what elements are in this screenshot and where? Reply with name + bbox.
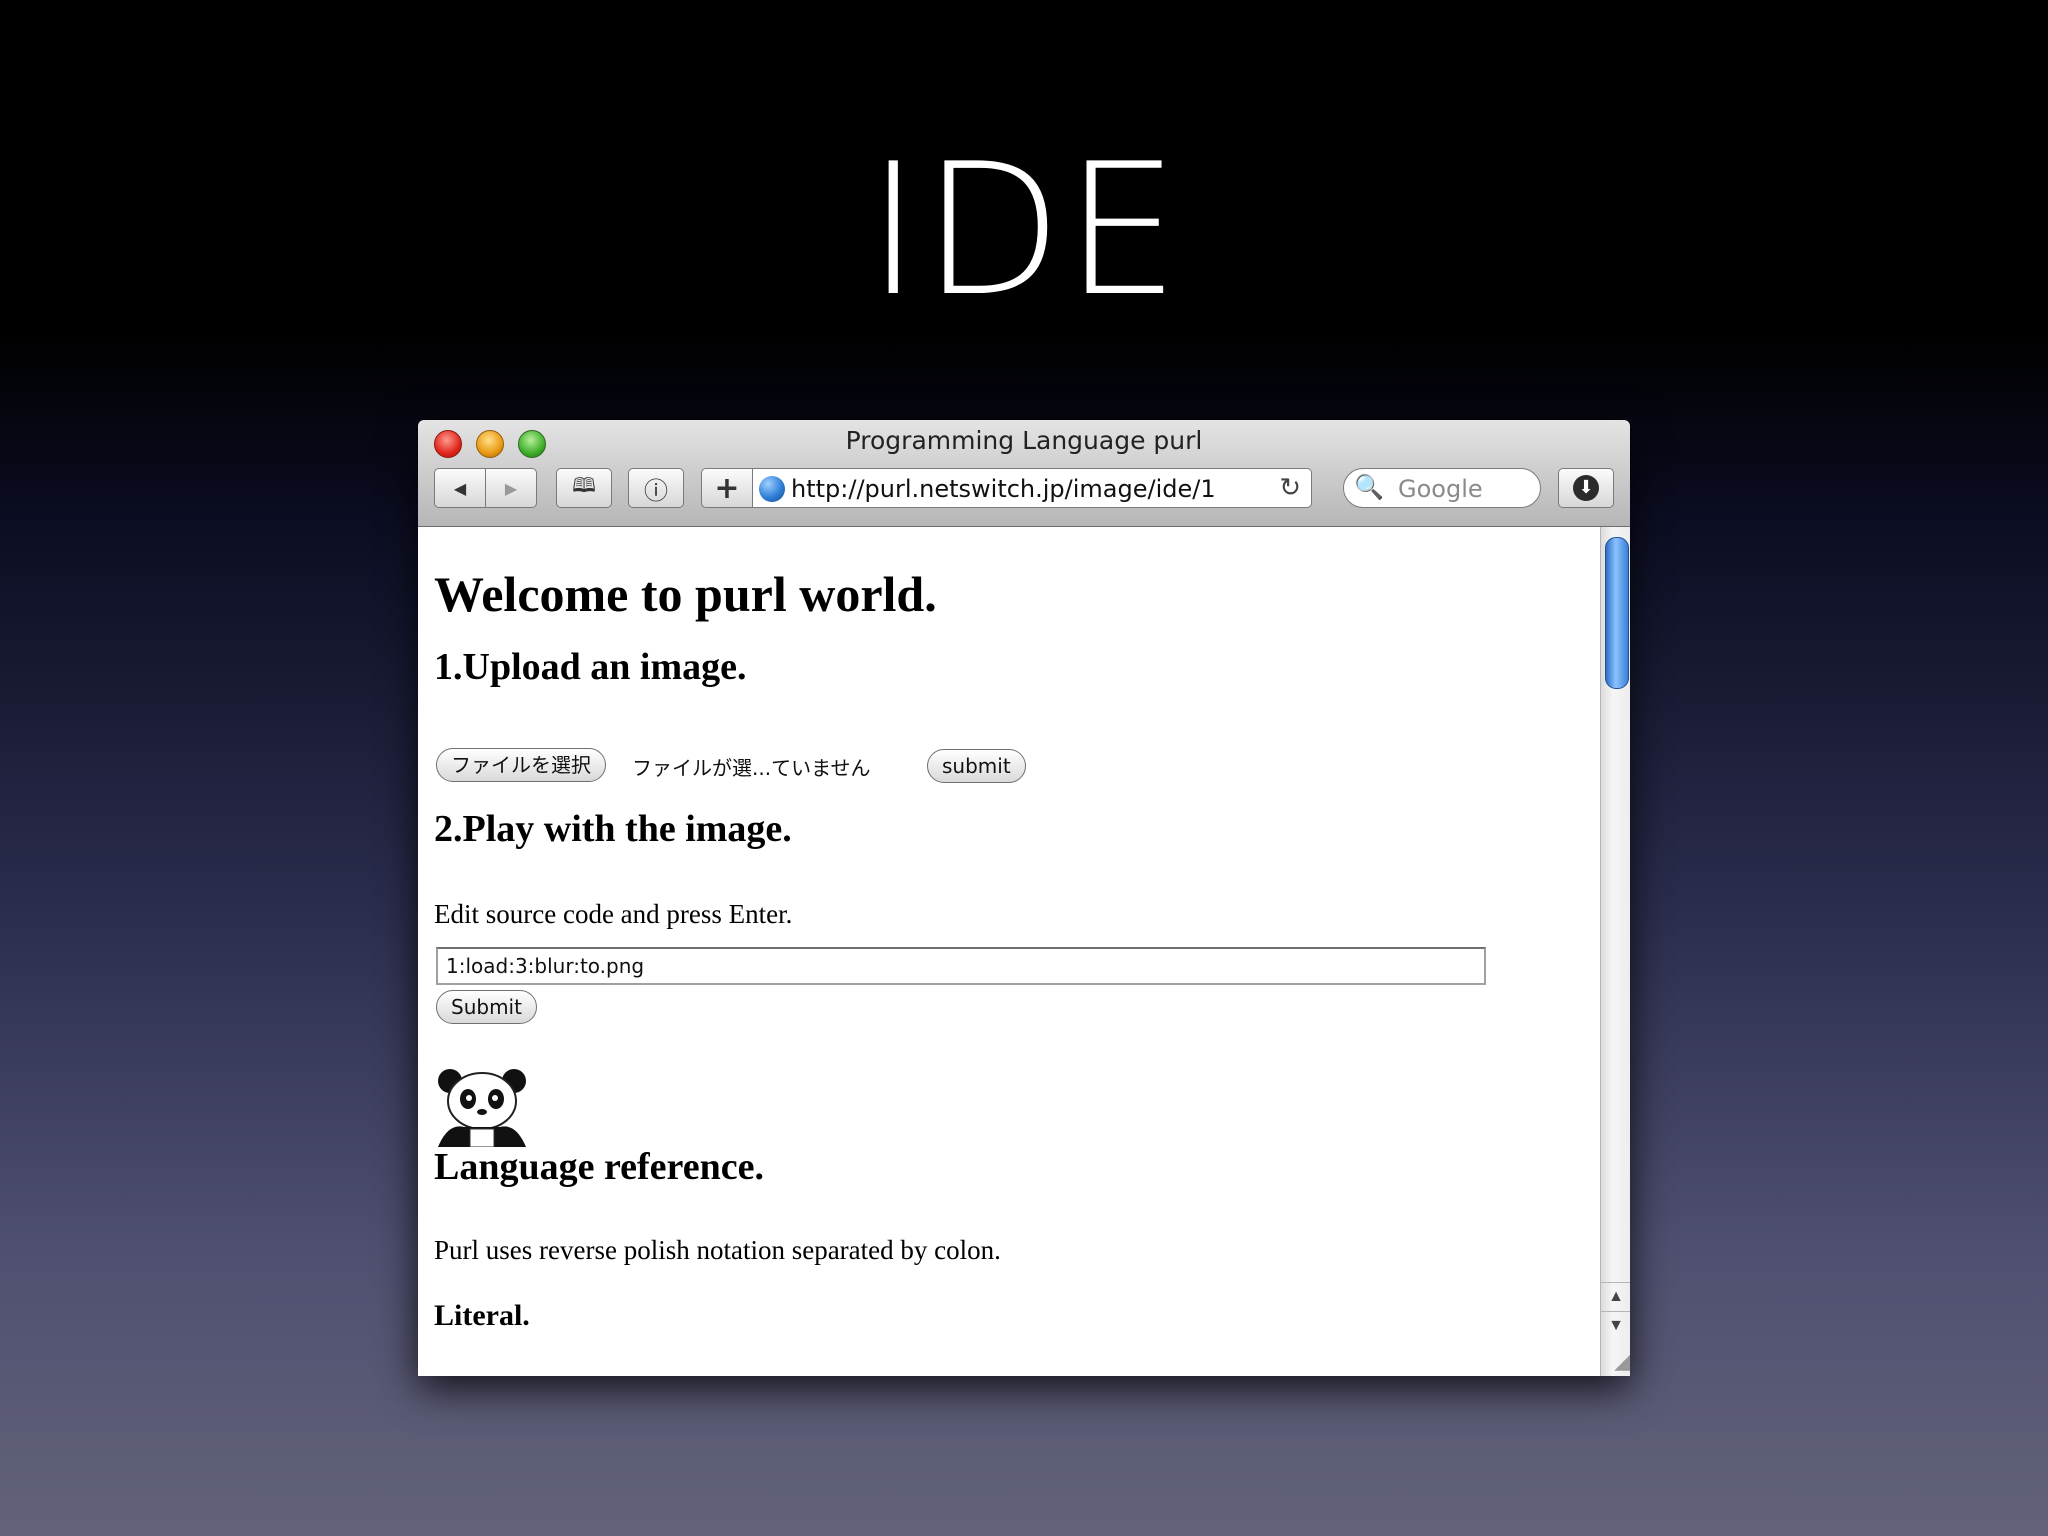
reference-description: Purl uses reverse polish notation separa… [434,1235,1001,1265]
back-button[interactable]: ◀ [434,468,486,508]
panda-image [438,1069,526,1147]
download-icon: ⬇ [1573,475,1599,501]
slide-title: IDE [866,124,1182,336]
url-text[interactable]: http://purl.netswitch.jp/image/ide/1 [791,475,1216,503]
choose-file-button[interactable]: ファイルを選択 [436,748,606,782]
forward-arrow-icon: ▶ [504,478,518,498]
upload-section-title: 1.Upload an image. [434,646,747,688]
globe-icon [759,476,785,502]
scroll-up-arrow-icon[interactable]: ▲ [1601,1282,1630,1311]
forward-button[interactable]: ▶ [485,468,537,508]
info-button[interactable]: ⓘ [628,468,684,508]
search-placeholder: Google [1398,475,1483,503]
search-field[interactable]: 🔍 Google [1343,468,1541,508]
literal-title: Literal. [434,1299,530,1332]
window-title: Programming Language purl [845,426,1203,455]
file-status-text: ファイルが選...ていません [632,756,871,780]
plus-icon: + [714,470,740,506]
vertical-scrollbar[interactable]: ▲ ▼ ◢ [1600,527,1630,1376]
reference-title: Language reference. [434,1146,764,1188]
browser-toolbar: Programming Language purl ◀ ▶ 🕮 ⓘ + http… [418,420,1630,527]
downloads-button[interactable]: ⬇ [1558,468,1614,508]
info-icon: ⓘ [644,476,668,505]
page-heading: Welcome to purl world. [434,566,937,622]
source-submit-button[interactable]: Submit [436,990,537,1024]
add-bookmark-button[interactable]: + [701,468,753,508]
source-code-input[interactable] [436,947,1486,985]
page-content: Welcome to purl world. 1.Upload an image… [418,527,1600,1376]
instruction-text: Edit source code and press Enter. [434,899,793,929]
magnifier-icon: 🔍 [1354,473,1384,501]
bookmarks-button[interactable]: 🕮 [556,468,612,508]
scroll-thumb[interactable] [1605,537,1629,689]
browser-window: Programming Language purl ◀ ▶ 🕮 ⓘ + http… [418,420,1630,1376]
scroll-down-arrow-icon[interactable]: ▼ [1601,1311,1630,1340]
back-arrow-icon: ◀ [453,478,467,498]
address-bar[interactable]: http://purl.netswitch.jp/image/ide/1 ↻ [752,468,1312,508]
upload-submit-button[interactable]: submit [927,749,1026,783]
book-icon: 🕮 [572,473,596,497]
reload-icon[interactable]: ↻ [1279,473,1301,503]
resize-grip-icon[interactable]: ◢ [1601,1345,1630,1376]
play-section-title: 2.Play with the image. [434,808,792,850]
